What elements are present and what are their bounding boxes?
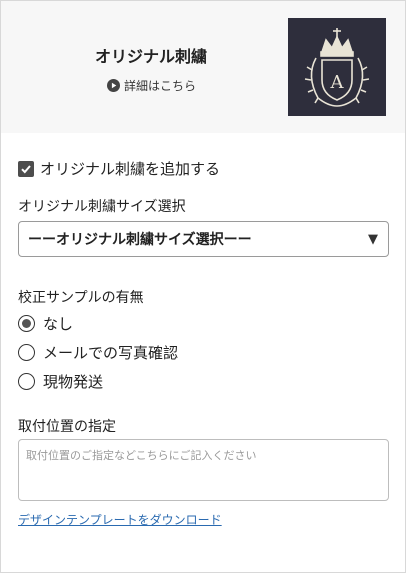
size-select-label: オリジナル刺繍サイズ選択	[18, 199, 186, 215]
add-embroidery-checkbox[interactable]	[18, 160, 34, 177]
proof-sample-label: 校正サンプルの有無	[18, 290, 144, 306]
embroidery-size-select[interactable]: ーーオリジナル刺繍サイズ選択ーー ▼	[18, 221, 389, 257]
embroidery-sample-image: A	[288, 18, 386, 116]
size-select-value: ーーオリジナル刺繍サイズ選択ーー	[28, 232, 252, 248]
proof-option-ship-sample[interactable]: 現物発送	[18, 371, 103, 392]
proof-option-label: 現物発送	[43, 373, 104, 391]
proof-option-email-photo[interactable]: メールでの写真確認	[18, 342, 178, 363]
download-template-link[interactable]: デザインテンプレートをダウンロード	[18, 511, 222, 528]
radio-button[interactable]	[18, 315, 35, 332]
embroidery-options-panel: オリジナル刺繍 詳細はこちら A オリジナル刺繍を追加する オリジナル刺繍サイズ…	[0, 0, 406, 573]
thumbnail-letter: A	[330, 72, 345, 93]
add-embroidery-label: オリジナル刺繍を追加する	[40, 160, 221, 178]
radio-button[interactable]	[18, 344, 35, 361]
radio-button[interactable]	[18, 373, 35, 390]
embroidery-header: オリジナル刺繍 詳細はこちら A	[1, 1, 405, 133]
play-circle-icon	[107, 79, 120, 92]
proof-option-label: なし	[43, 315, 74, 333]
details-link[interactable]: 詳細はこちら	[107, 77, 196, 94]
checkmark-icon	[21, 164, 31, 173]
add-embroidery-checkbox-row[interactable]: オリジナル刺繍を追加する	[18, 158, 220, 179]
proof-option-none[interactable]: なし	[18, 313, 73, 334]
proof-option-label: メールでの写真確認	[43, 344, 179, 362]
crown-crest-icon: A	[288, 18, 386, 116]
dropdown-arrow-icon: ▼	[368, 231, 378, 247]
position-label: 取付位置の指定	[18, 419, 116, 435]
details-link-label: 詳細はこちら	[124, 79, 197, 93]
position-textarea[interactable]	[18, 439, 389, 501]
embroidery-title: オリジナル刺繍	[94, 47, 207, 66]
